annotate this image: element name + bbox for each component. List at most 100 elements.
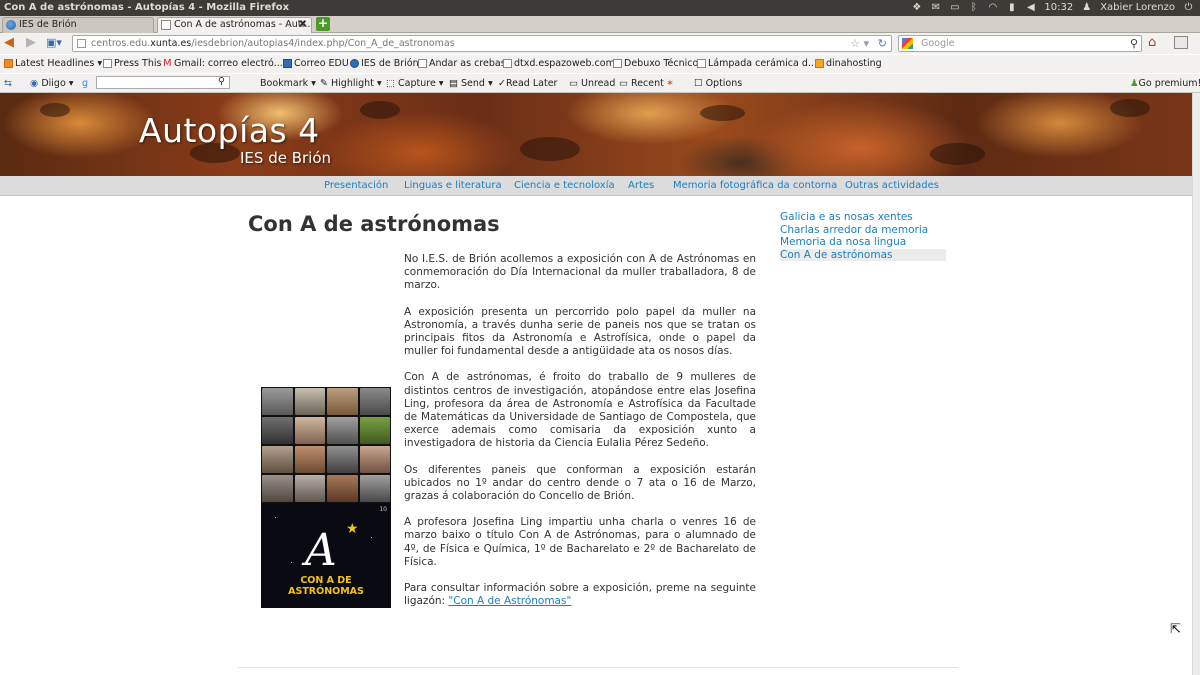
sidebar-item-memoria-lingua[interactable]: Memoria da nosa lingua	[780, 236, 946, 249]
folder-icon: ▭	[569, 78, 578, 89]
diigo-recent-button[interactable]: ▭ Recent	[619, 78, 664, 89]
recent-label: Recent	[631, 78, 664, 89]
dropbox-icon[interactable]: ❖	[911, 2, 922, 13]
tab-label: IES de Brión	[19, 19, 77, 30]
star-icon: ★	[346, 521, 359, 537]
nav-linguas-e-literatura[interactable]: Linguas e literatura	[404, 180, 502, 191]
close-icon[interactable]: ✖	[299, 18, 307, 32]
os-top-bar: Con A de astrónomas - Autopías 4 - Mozil…	[0, 0, 1200, 16]
article-body: No I.E.S. de Brión acollemos a exposició…	[404, 253, 756, 621]
sidebar-item-con-a-de-astronomas[interactable]: Con A de astrónomas	[780, 248, 946, 261]
toolbar-menu-icon[interactable]	[1174, 36, 1188, 49]
forward-icon[interactable]: ▶	[26, 36, 36, 50]
portrait-grid	[261, 387, 391, 503]
exhibition-poster-image: 10 ★ A CON A DE ASTRÓNOMAS	[261, 387, 391, 608]
search-icon[interactable]: ⚲	[1130, 36, 1138, 51]
search-input[interactable]: Google ⚲	[898, 35, 1142, 52]
article-paragraph: Para consultar información sobre a expos…	[404, 582, 756, 608]
diigo-send-button[interactable]: ▤ Send ▾	[449, 78, 493, 89]
article-paragraph: No I.E.S. de Brión acollemos a exposició…	[404, 253, 756, 292]
site-identity-icon[interactable]	[77, 39, 86, 48]
diigo-capture-button[interactable]: ⬚ Capture ▾	[386, 78, 444, 89]
bookmark-debuxo-tecnico[interactable]: Debuxo Técnico	[613, 58, 698, 69]
power-icon[interactable]: ⏻	[1183, 2, 1194, 13]
diigo-read-later-button[interactable]: ✓Read Later	[498, 78, 557, 89]
bookmark-press-this[interactable]: Press This	[103, 58, 161, 69]
sidebar-item-galicia[interactable]: Galicia e as nosas xentes	[780, 211, 946, 224]
bookmark-star-icon[interactable]: ☆ ▾	[850, 36, 869, 51]
bookmark-label: Correo EDU	[294, 58, 349, 69]
poster-caption-line-2: ASTRÓNOMAS	[288, 586, 364, 597]
bookmark-andar-as-crebas[interactable]: Andar as crebas	[418, 58, 506, 69]
url-bar[interactable]: centros.edu.xunta.es/iesdebrion/autopias…	[72, 35, 892, 52]
tab-strip: IES de Brión Con A de astrónomas - Aut..…	[0, 16, 1200, 33]
go-premium-link[interactable]: ♟Go premium!	[1130, 78, 1200, 89]
premium-icon: ♟	[1130, 78, 1139, 89]
bookmark-dinahosting[interactable]: dinahosting	[815, 58, 882, 69]
bookmark-dtxd[interactable]: dtxd.espazoweb.com	[503, 58, 615, 69]
dinahosting-icon	[815, 59, 824, 68]
tab-con-a-de-astronomas[interactable]: Con A de astrónomas - Aut... ✖	[157, 17, 312, 33]
bookmark-correo-edu[interactable]: Correo EDU	[283, 58, 349, 69]
url-host: xunta.es	[150, 38, 192, 49]
bookmark-label: Andar as crebas	[429, 58, 506, 69]
diigo-sidebar-icon[interactable]: ⇆	[4, 78, 12, 89]
nav-ciencia-e-tecnoloxia[interactable]: Ciencia e tecnoloxía	[514, 180, 615, 191]
read-later-icon: ✓	[498, 78, 506, 89]
nav-artes[interactable]: Artes	[628, 180, 654, 191]
unread-label: Unread	[581, 78, 616, 89]
site-title[interactable]: Autopías 4	[139, 111, 320, 150]
back-icon[interactable]: ◀	[4, 36, 14, 50]
google-icon[interactable]	[902, 38, 913, 49]
bookmark-gmail[interactable]: M Gmail: correo electró...	[163, 58, 283, 69]
capture-icon: ⬚	[386, 78, 395, 89]
diigo-options-button[interactable]: ☐ Options	[694, 78, 742, 89]
window-title: Con A de astrónomas - Autopías 4 - Mozil…	[4, 2, 290, 13]
user-icon: ♟	[1082, 1, 1092, 13]
sidebar-item-charlas[interactable]: Charlas arredor da memoria	[780, 224, 946, 237]
battery-icon[interactable]: ▮	[1006, 2, 1017, 13]
bookmark-latest-headlines[interactable]: Latest Headlines ▾	[4, 58, 102, 69]
reload-icon[interactable]: ↻	[878, 36, 887, 51]
google-icon[interactable]: g	[82, 78, 88, 89]
page-scrollbar[interactable]	[1192, 93, 1200, 675]
diigo-label: Diigo ▾	[41, 78, 74, 89]
tab-ies-de-brion[interactable]: IES de Brión	[2, 17, 154, 33]
url-path: /iesdebrion/autopias4/index.php/Con_A_de…	[191, 38, 455, 49]
options-label: Options	[705, 78, 743, 89]
nav-memoria-fotografica[interactable]: Memoria fotográfica da contorna	[673, 180, 837, 191]
diigo-menu-button[interactable]: ◉ Diigo ▾	[30, 78, 74, 89]
nav-outras-actividades[interactable]: Outras actividades	[845, 180, 939, 191]
bookmark-label: Debuxo Técnico	[624, 58, 699, 69]
tab-label: Con A de astrónomas - Aut...	[174, 19, 311, 30]
volume-icon[interactable]: ◀	[1025, 2, 1036, 13]
history-icon[interactable]: ▣▾	[46, 36, 62, 50]
bookmark-label: Latest Headlines ▾	[15, 58, 103, 69]
read-later-label: Read Later	[505, 78, 558, 89]
bluetooth-icon[interactable]: ᛒ	[968, 2, 979, 13]
diigo-unread-button[interactable]: ▭ Unread	[569, 78, 615, 89]
mail-icon[interactable]: ✉	[930, 2, 941, 13]
wifi-icon[interactable]: ◠	[987, 2, 998, 13]
folder-icon: ▭	[619, 78, 628, 89]
diigo-search-input[interactable]	[96, 76, 230, 89]
exhibition-link[interactable]: "Con A de Astrónomas"	[448, 595, 571, 607]
bookmark-lampada-ceramica[interactable]: Lámpada cerámica d...	[697, 58, 817, 69]
diigo-bookmark-button[interactable]: Bookmark ▾	[260, 78, 316, 89]
nav-presentacion[interactable]: Presentación	[324, 180, 388, 191]
keyboard-icon[interactable]: ▭	[949, 2, 960, 13]
bookmark-ies-de-brion[interactable]: IES de Brión	[350, 58, 419, 69]
clock[interactable]: 10:32	[1044, 2, 1073, 13]
poster-caption: CON A DE ASTRÓNOMAS	[261, 575, 391, 597]
diigo-highlight-button[interactable]: ✎ Highlight ▾	[320, 78, 382, 89]
home-icon[interactable]: ⌂	[1148, 36, 1156, 50]
page-icon	[697, 59, 706, 68]
magic-icon[interactable]: ✶	[666, 78, 674, 89]
user-name[interactable]: Xabier Lorenzo	[1100, 2, 1175, 13]
highlight-label: Highlight ▾	[331, 78, 382, 89]
search-icon[interactable]: ⚲	[218, 76, 225, 87]
bookmark-label: Press This	[114, 58, 162, 69]
article-paragraph: Con A de astrónomas, é froito do traball…	[404, 371, 756, 450]
new-tab-button[interactable]: +	[316, 17, 330, 31]
diigo-icon: ◉	[30, 78, 39, 89]
